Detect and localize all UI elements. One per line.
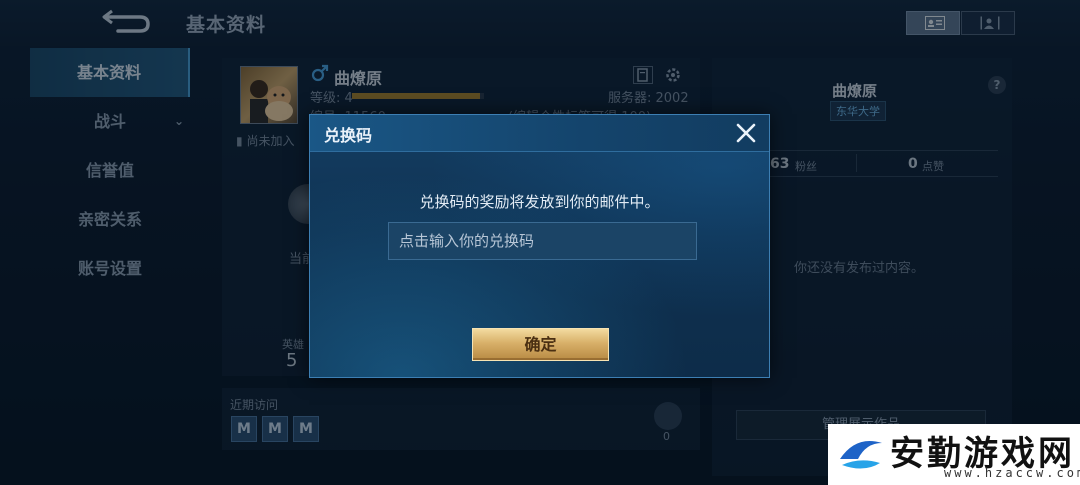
dialog-header: 兑换码 (310, 115, 769, 152)
site-watermark: 安勤游戏网 www.hzaccw.com (828, 424, 1080, 485)
redeem-code-dialog: 兑换码 兑换码的奖励将发放到你的邮件中。 确定 (309, 114, 770, 378)
watermark-url: www.hzaccw.com (944, 466, 1080, 480)
dialog-title: 兑换码 (324, 126, 373, 145)
dialog-message: 兑换码的奖励将发放到你的邮件中。 (419, 193, 660, 211)
watermark-logo-icon (840, 441, 882, 469)
redeem-code-input[interactable] (388, 222, 697, 260)
close-icon[interactable] (734, 121, 758, 145)
confirm-button[interactable]: 确定 (472, 328, 609, 361)
game-profile-screen: 基本资料 基本资料 战斗 ⌄ 信誉值 亲密关系 账号设置 曲燎原 等级: 4 服… (0, 0, 1080, 485)
